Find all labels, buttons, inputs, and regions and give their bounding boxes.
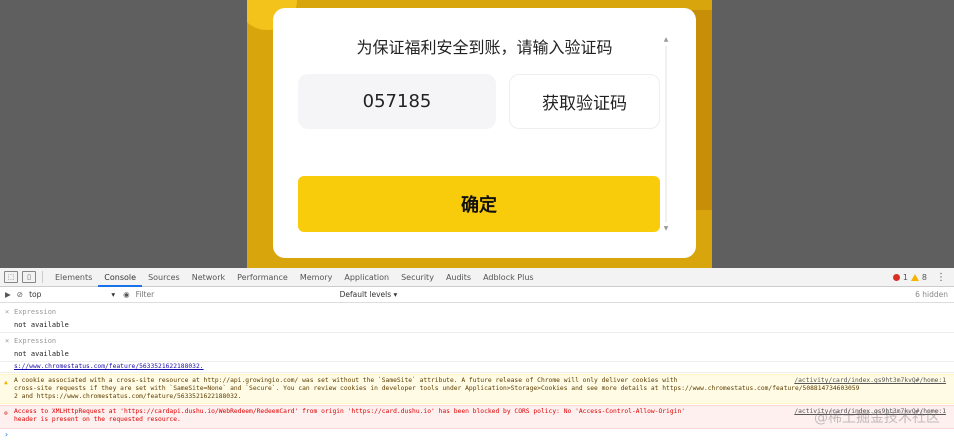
scroll-down-arrow-icon[interactable]: ▼ bbox=[662, 225, 670, 232]
tab-memory[interactable]: Memory bbox=[294, 268, 339, 287]
warning-count: 8 bbox=[921, 272, 927, 282]
context-selector[interactable]: top ▾ bbox=[29, 290, 115, 299]
issue-counter[interactable]: 1 8 ⋮ bbox=[892, 272, 954, 283]
warning-text-line: 2 and https://www.chromestatus.com/featu… bbox=[14, 393, 242, 400]
hidden-messages-count: 6 hidden bbox=[915, 290, 948, 299]
console-message: s://www.chromestatus.com/feature/5633521… bbox=[0, 363, 954, 373]
scroll-up-arrow-icon[interactable]: ▲ bbox=[662, 36, 670, 43]
tab-console[interactable]: Console bbox=[98, 268, 143, 287]
tab-adblock-plus[interactable]: Adblock Plus bbox=[477, 268, 539, 287]
expression-label[interactable]: Expression bbox=[14, 308, 56, 316]
warning-icon: ▲ bbox=[4, 379, 8, 386]
devtools-tab-bar: ⬚ ▯ Elements Console Sources Network Per… bbox=[0, 268, 954, 287]
chevron-down-icon: ▾ bbox=[111, 290, 116, 299]
remove-expression-icon[interactable]: × bbox=[5, 308, 9, 316]
warning-icon bbox=[910, 273, 919, 281]
more-options-icon[interactable]: ⋮ bbox=[936, 272, 946, 283]
console-error: ⊗ Access to XMLHttpRequest at 'https://c… bbox=[0, 405, 954, 429]
tab-sources[interactable]: Sources bbox=[142, 268, 186, 287]
sidebar-toggle-icon[interactable]: ▶ bbox=[5, 290, 11, 299]
devtools-panel: ⬚ ▯ Elements Console Sources Network Per… bbox=[0, 268, 954, 441]
live-expression: × Expression not available bbox=[0, 304, 954, 333]
divider bbox=[42, 271, 43, 283]
inspect-element-icon[interactable]: ⬚ bbox=[4, 271, 18, 283]
console-warning: ▲ A cookie associated with a cross-site … bbox=[0, 374, 954, 404]
page-viewport: 为保证福利安全到账，请输入验证码 057185 获取验证码 确定 ▲ ▼ bbox=[0, 0, 954, 268]
console-filter-input[interactable] bbox=[135, 288, 332, 301]
expression-value: not available bbox=[14, 350, 69, 358]
console-toolbar: ▶ ⊘ top ▾ ◉ Default levels ▾ 6 hidden bbox=[0, 287, 954, 303]
scrollbar-track[interactable] bbox=[665, 46, 667, 222]
live-expression: × Expression not available bbox=[0, 333, 954, 362]
log-levels-dropdown[interactable]: Default levels ▾ bbox=[340, 290, 398, 299]
expression-value: not available bbox=[14, 321, 69, 329]
tab-security[interactable]: Security bbox=[395, 268, 440, 287]
console-link[interactable]: s://www.chromestatus.com/feature/5633521… bbox=[14, 363, 204, 370]
expression-label[interactable]: Expression bbox=[14, 337, 56, 345]
watermark: @稀土掘金技术社区 bbox=[814, 410, 940, 426]
error-icon bbox=[892, 273, 900, 281]
error-count: 1 bbox=[902, 272, 908, 282]
get-code-button[interactable]: 获取验证码 bbox=[509, 74, 660, 129]
dialog-title: 为保证福利安全到账，请输入验证码 bbox=[356, 38, 613, 57]
tab-performance[interactable]: Performance bbox=[231, 268, 294, 287]
console-prompt[interactable]: › bbox=[4, 430, 9, 439]
context-value: top bbox=[29, 290, 42, 299]
tab-audits[interactable]: Audits bbox=[440, 268, 477, 287]
message-source-link[interactable]: /activity/card/index.gs9ht3m7kvQ#/home:1 bbox=[794, 377, 946, 385]
warning-text-line: cross-site requests if they are set with… bbox=[14, 385, 860, 392]
verification-code-input[interactable]: 057185 bbox=[298, 74, 496, 129]
error-text-line: header is present on the requested resou… bbox=[14, 416, 181, 423]
remove-expression-icon[interactable]: × bbox=[5, 337, 9, 345]
tab-network[interactable]: Network bbox=[186, 268, 231, 287]
tab-elements[interactable]: Elements bbox=[49, 268, 98, 287]
live-expression-eye-icon[interactable]: ◉ bbox=[123, 290, 130, 299]
device-toolbar-icon[interactable]: ▯ bbox=[22, 271, 36, 283]
dialog-scrollbar[interactable]: ▲ ▼ bbox=[662, 36, 670, 232]
confirm-button[interactable]: 确定 bbox=[298, 176, 660, 232]
verification-dialog: 为保证福利安全到账，请输入验证码 057185 获取验证码 确定 ▲ ▼ bbox=[273, 8, 696, 258]
clear-console-icon[interactable]: ⊘ bbox=[17, 290, 23, 299]
tab-application[interactable]: Application bbox=[338, 268, 395, 287]
error-icon: ⊗ bbox=[4, 410, 8, 417]
